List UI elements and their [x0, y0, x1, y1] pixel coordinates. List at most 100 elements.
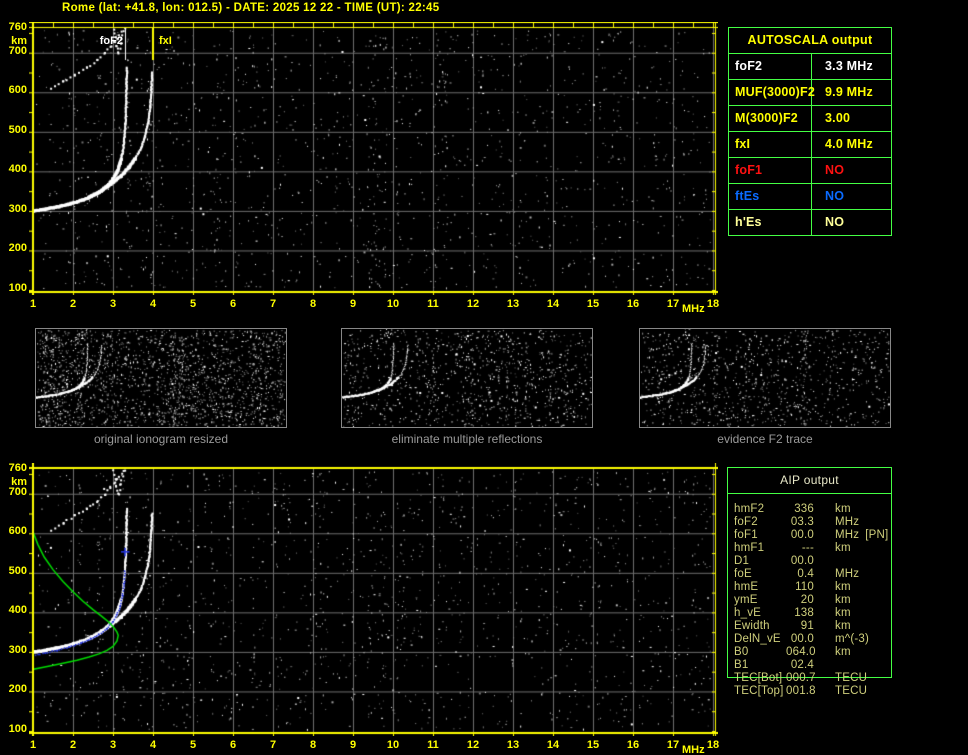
param-value: NO	[825, 189, 845, 203]
y-axis-unit: km	[11, 476, 27, 488]
param-label: MUF(3000)F2	[729, 80, 815, 105]
y-tick-label: 100	[8, 723, 27, 735]
y-tick-label: 400	[8, 163, 27, 176]
x-tick-label: 9	[349, 298, 357, 310]
fof2-marker-label: foF2	[99, 35, 123, 47]
aip-table-row: foF1 00.0 MHz [PN]	[734, 529, 889, 542]
aip-table-row: Ewidth 91 km	[734, 620, 889, 633]
autoscala-table-row: M(3000)F2 3.00	[729, 105, 891, 131]
x-tick-label: 11	[427, 739, 439, 751]
x-tick-label: 7	[269, 739, 277, 751]
bottom-ionogram-plot: 760 700 600 500 400 300 200 100 km 1 2 3 4 5 6 7 8 9 10 11 1…	[9, 462, 719, 755]
y-tick-label: 600	[8, 84, 27, 97]
top-ionogram-canvas	[29, 22, 718, 295]
x-tick-label: 1	[29, 298, 37, 310]
aip-param-name: hmE	[734, 581, 759, 593]
x-tick-label: 13	[506, 298, 520, 310]
y-tick-label: 200	[8, 683, 27, 696]
top-ionogram-plot: 760 700 600 500 400 300 200 100 km 1 2 3 4 5 6 7 8 9 10 11 1…	[9, 21, 719, 315]
thumbnail-caption: evidence F2 trace	[717, 432, 813, 446]
param-value: 3.3 MHz	[825, 59, 873, 73]
y-tick-label: 500	[8, 564, 27, 577]
thumbnail-original-canvas	[35, 328, 287, 428]
aip-param-name: hmF2	[734, 503, 765, 515]
param-value: NO	[825, 163, 845, 177]
aip-table-row: B1 02.4	[734, 659, 889, 672]
aip-param-value: 138	[794, 607, 814, 619]
aip-param-unit: km	[835, 646, 851, 658]
aip-param-unit: MHz	[835, 516, 860, 528]
x-tick-label: 10	[386, 739, 400, 751]
aip-param-value: 336	[794, 503, 814, 515]
aip-param-value: 064.0	[786, 646, 816, 658]
aip-table-row: TEC[Bot] 000.7 TECU	[734, 672, 889, 685]
aip-param-unit: m^(-3)	[835, 633, 870, 645]
x-tick-label: 5	[189, 298, 197, 310]
x-tick-label: 4	[149, 298, 157, 310]
aip-param-name: TEC[Top]	[734, 685, 784, 697]
autoscala-screen: Rome (lat: +41.8, lon: 012.5) - DATE: 20…	[0, 0, 968, 755]
aip-param-unit: TECU	[835, 685, 868, 697]
aip-param-name: h_vE	[734, 607, 762, 619]
x-tick-label: 1	[29, 739, 37, 751]
x-tick-label: 7	[269, 298, 277, 310]
x-tick-label: 4	[149, 739, 157, 751]
thumbnail-original: original ionogram resized	[35, 328, 287, 446]
param-value: 3.00	[825, 111, 851, 125]
x-tick-label: 17	[666, 298, 680, 310]
x-tick-label: 12	[466, 739, 480, 751]
x-tick-label: 18	[706, 739, 720, 751]
x-tick-label: 3	[109, 739, 117, 751]
aip-table-row: D1 00.0	[734, 555, 889, 568]
thumbnail-f2-trace-canvas	[639, 328, 891, 428]
aip-rows: hmF2 336 km foF2 03.3 MHz foF1 00.0 MHz [PN] hmF1-…	[734, 503, 889, 698]
thumbnail-eliminate-reflections-canvas	[341, 328, 593, 428]
y-tick-label: 600	[8, 525, 27, 538]
y-tick-label: 400	[8, 604, 27, 617]
autoscala-rows: foF2 3.3 MHz MUF(3000)F2 9.9 MHz M(3000)F2 3.…	[729, 54, 891, 235]
aip-param-value: 00.0	[790, 529, 814, 541]
aip-param-name: hmF1	[734, 542, 765, 554]
aip-param-value: 02.4	[790, 659, 814, 671]
thumbnail-eliminate-reflections: eliminate multiple reflections	[341, 328, 593, 446]
param-label: M(3000)F2	[729, 106, 812, 131]
aip-table-row: DelN_vE 00.0 m^(-3)	[734, 633, 889, 646]
param-value: 9.9 MHz	[825, 85, 873, 99]
autoscala-table-row: h'Es NO	[729, 209, 891, 235]
aip-param-name: Ewidth	[734, 620, 770, 632]
fxi-marker-label: fxI	[159, 35, 172, 47]
x-tick-label: 2	[69, 739, 77, 751]
aip-param-value: 20	[800, 594, 814, 606]
aip-param-value: 03.3	[790, 516, 814, 528]
aip-param-unit: km	[835, 594, 851, 606]
aip-table-row: hmE 110 km	[734, 581, 889, 594]
y-tick-label: 760	[8, 462, 27, 474]
x-tick-label: 11	[427, 298, 439, 310]
autoscala-table-row: MUF(3000)F2 9.9 MHz	[729, 79, 891, 105]
aip-table-row: ymE 20 km	[734, 594, 889, 607]
aip-param-value: 00.0	[790, 555, 814, 567]
aip-param-unit: km	[835, 620, 851, 632]
aip-table-row: hmF2 336 km	[734, 503, 889, 516]
x-tick-label: 13	[506, 739, 520, 751]
aip-param-unit	[814, 555, 889, 568]
aip-param-unit: km	[835, 503, 851, 515]
aip-param-name: TEC[Bot]	[734, 672, 783, 684]
x-tick-label: 8	[309, 298, 317, 310]
autoscala-table-row: foF2 3.3 MHz	[729, 54, 891, 79]
x-tick-label: 10	[386, 298, 400, 310]
thumbnail-f2-trace: evidence F2 trace	[639, 328, 891, 446]
aip-param-value: 110	[795, 581, 814, 593]
y-tick-label: 760	[8, 21, 27, 33]
y-tick-label: 100	[8, 282, 27, 294]
aip-param-value: 0.4	[797, 568, 814, 580]
aip-param-name: foE	[734, 568, 752, 580]
aip-param-note: [PN]	[865, 529, 889, 541]
autoscala-table: AUTOSCALA output foF2 3.3 MHz MUF(3000)F2 9…	[728, 27, 892, 236]
x-tick-label: 17	[666, 739, 680, 751]
x-tick-label: 6	[229, 739, 237, 751]
y-tick-label: 500	[8, 123, 27, 136]
x-tick-label: 18	[706, 298, 720, 310]
aip-param-unit: km	[835, 542, 851, 554]
aip-param-unit: TECU	[835, 672, 868, 684]
